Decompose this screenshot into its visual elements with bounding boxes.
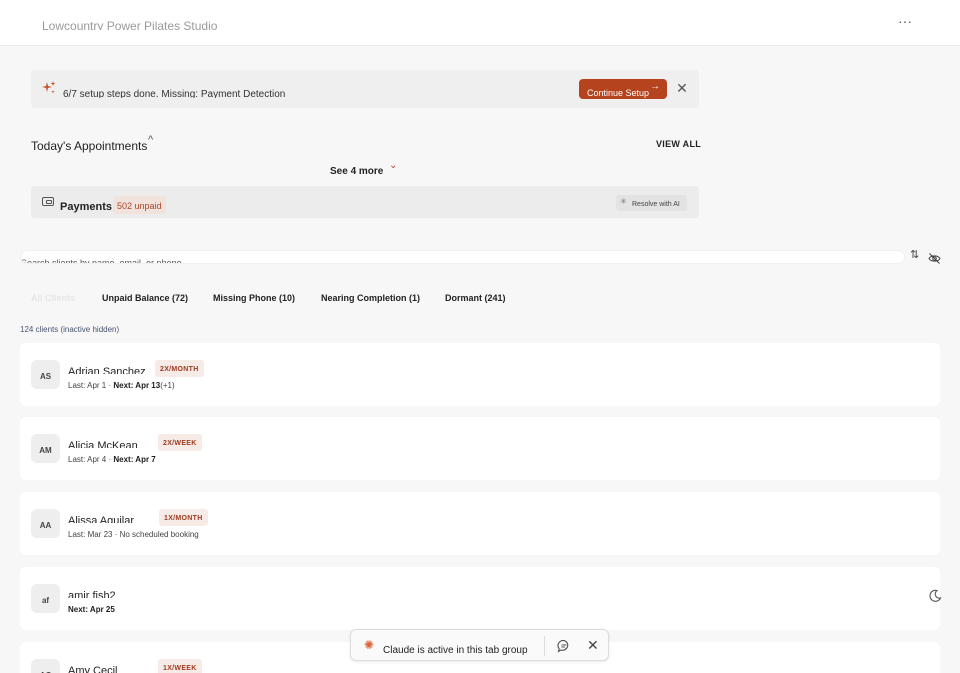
client-name: Alissa Aguilar — [68, 515, 135, 523]
client-card[interactable]: af amir fish2 Next: Apr 25 — [20, 567, 940, 630]
continue-setup-button[interactable]: Continue Setup → — [579, 79, 667, 99]
last-visit: Last: Apr 4 — [68, 455, 107, 464]
continue-setup-label: Continue Setup — [587, 88, 650, 98]
claude-status-text: Claude is active in this tab group — [383, 645, 528, 656]
client-name: amir fish2 — [68, 590, 116, 598]
avatar: AS — [31, 360, 60, 389]
client-schedule: Next: Apr 25 — [68, 605, 115, 614]
sparkle-icon — [42, 81, 56, 94]
unpaid-badge: 502 unpaid — [113, 196, 166, 214]
filter-dormant[interactable]: Dormant (241) — [445, 293, 506, 303]
divider — [544, 636, 545, 656]
next-visit: Next: Apr 13 — [113, 381, 161, 390]
client-schedule: Last: Mar 23 · No scheduled booking — [68, 530, 199, 539]
setup-banner: 6/7 setup steps done. Missing: Payment D… — [31, 70, 699, 108]
close-icon[interactable]: ✕ — [675, 81, 689, 95]
next-visit: Next: Apr 25 — [68, 605, 115, 614]
last-visit: Last: Mar 23 — [68, 530, 113, 539]
view-all-link[interactable]: VIEW ALL — [656, 139, 701, 149]
see-more-button[interactable]: See 4 more — [330, 166, 383, 177]
chevron-down-icon[interactable]: ⌄ — [389, 160, 397, 171]
client-card[interactable]: AS Adrian Sanchez 2X/MONTH Last: Apr 1 ·… — [20, 343, 940, 406]
arrow-right-icon: → — [650, 81, 660, 92]
appointments-title: Today's Appointments — [31, 139, 148, 153]
chevron-up-icon[interactable]: ^ — [148, 134, 153, 146]
moon-icon[interactable] — [928, 589, 942, 603]
client-name: Alicia McKean — [68, 440, 138, 448]
filter-unpaid-balance[interactable]: Unpaid Balance (72) — [102, 293, 188, 303]
separator: · — [112, 530, 120, 539]
close-icon[interactable]: ✕ — [587, 638, 599, 652]
filter-nearing-completion[interactable]: Nearing Completion (1) — [321, 293, 420, 303]
sparkle-icon: ✳ — [620, 197, 627, 206]
frequency-badge: 1X/WEEK — [158, 659, 202, 673]
client-count: 124 clients (inactive hidden) — [20, 325, 120, 334]
extra-bookings: (+1) — [160, 381, 175, 390]
payment-icon — [42, 197, 54, 206]
avatar: af — [31, 584, 60, 613]
studio-name: Lowcountry Power Pilates Studio — [42, 19, 218, 30]
client-card[interactable]: AA Alissa Aguilar 1X/MONTH Last: Mar 23 … — [20, 492, 940, 555]
no-booking-text: No scheduled booking — [119, 530, 199, 539]
filter-missing-phone[interactable]: Missing Phone (10) — [213, 293, 295, 303]
client-search — [20, 250, 905, 264]
resolve-with-ai-button[interactable]: ✳ Resolve with AI — [616, 195, 687, 211]
sort-icon[interactable]: ⇅ — [910, 248, 919, 261]
resolve-with-ai-label: Resolve with AI — [632, 201, 680, 208]
last-visit: Last: Apr 1 — [68, 381, 107, 390]
setup-progress-text: 6/7 setup steps done. Missing: Payment D… — [63, 89, 286, 98]
client-schedule: Last: Apr 4 · Next: Apr 7 — [68, 455, 156, 464]
client-schedule: Last: Apr 1 · Next: Apr 13(+1) — [68, 381, 175, 390]
search-input[interactable] — [21, 253, 904, 263]
frequency-badge: 2X/WEEK — [158, 434, 202, 451]
frequency-badge: 1X/MONTH — [159, 509, 208, 526]
client-name: Adrian Sanchez — [68, 366, 146, 374]
client-name: Amy Cecil — [68, 665, 118, 673]
avatar: AC — [31, 659, 60, 673]
claude-status-bar: ✺ Claude is active in this tab group ✕ — [350, 629, 609, 661]
avatar: AA — [31, 509, 60, 538]
top-bar: Lowcountry Power Pilates Studio ··· — [0, 0, 960, 46]
payments-title: Payments — [60, 201, 112, 213]
avatar: AM — [31, 434, 60, 463]
chat-icon[interactable] — [557, 639, 571, 653]
filter-all-clients[interactable]: All Clients — [31, 293, 75, 303]
frequency-badge: 2X/MONTH — [155, 360, 204, 377]
claude-logo-icon: ✺ — [364, 638, 375, 652]
payments-bar[interactable]: Payments 502 unpaid ✳ Resolve with AI — [31, 186, 699, 218]
more-options-button[interactable]: ··· — [896, 14, 914, 32]
eye-off-icon[interactable] — [928, 252, 941, 265]
client-card[interactable]: AM Alicia McKean 2X/WEEK Last: Apr 4 · N… — [20, 417, 940, 480]
next-visit: Next: Apr 7 — [113, 455, 156, 464]
